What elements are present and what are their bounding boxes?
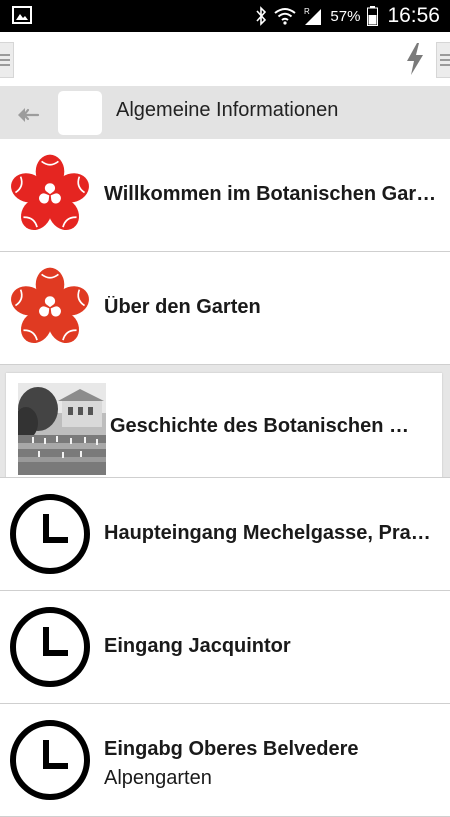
status-icons: R 57% 16:56 [255,0,440,32]
gallery-notification-icon [12,6,32,24]
right-drawer-handle-icon[interactable] [436,42,450,78]
flower-logo-icon [11,267,89,344]
list-item-oberes-belvedere[interactable]: Eingabg Oberes Belvedere Alpengarten [0,704,450,817]
clock-icon [10,494,90,574]
app-toolbar [0,32,450,87]
list-item-subtitle: Alpengarten [104,767,212,789]
list-item-ueber-den-garten[interactable]: Über den Garten [0,252,450,365]
clock-icon [10,607,90,687]
selected-card: Geschichte des Botanischen Gartens [6,373,442,477]
left-drawer-handle-icon[interactable] [0,42,14,78]
flower-logo-icon [11,154,89,231]
svg-text:R: R [304,7,310,16]
signal-icon: R [304,7,322,25]
page-title: Algemeine Informationen [116,99,339,121]
status-bar: R 57% 16:56 [0,0,450,32]
info-list: Willkommen im Botanischen Garten Über de… [0,139,450,817]
back-arrow-icon[interactable] [16,102,40,122]
list-item-title: Haupteingang Mechelgasse, Praetoriusgass… [104,522,438,544]
list-item-title: Eingabg Oberes Belvedere [104,738,359,760]
list-item-title: Eingang Jacquintor [104,635,291,657]
battery-percent: 57% [330,7,361,25]
list-item-title: Über den Garten [104,296,261,318]
list-item-title: Willkommen im Botanischen Garten [104,183,438,205]
garden-photo [18,383,106,475]
clock: 16:56 [387,4,440,27]
bluetooth-icon [256,6,267,26]
wifi-icon [274,8,297,25]
clock-icon [10,720,90,800]
list-item-title: Geschichte des Botanischen Gartens [110,415,416,437]
list-item-haupteingang[interactable]: Haupteingang Mechelgasse, Praetoriusgass… [0,478,450,591]
bolt-icon[interactable] [404,42,426,76]
list-item-willkommen[interactable]: Willkommen im Botanischen Garten [0,139,450,252]
list-item-jacquintor[interactable]: Eingang Jacquintor [0,591,450,704]
section-header: Algemeine Informationen [0,86,450,139]
battery-icon [367,6,379,26]
list-item-geschichte[interactable]: Geschichte des Botanischen Gartens [0,365,450,478]
header-thumbnail [58,91,102,135]
